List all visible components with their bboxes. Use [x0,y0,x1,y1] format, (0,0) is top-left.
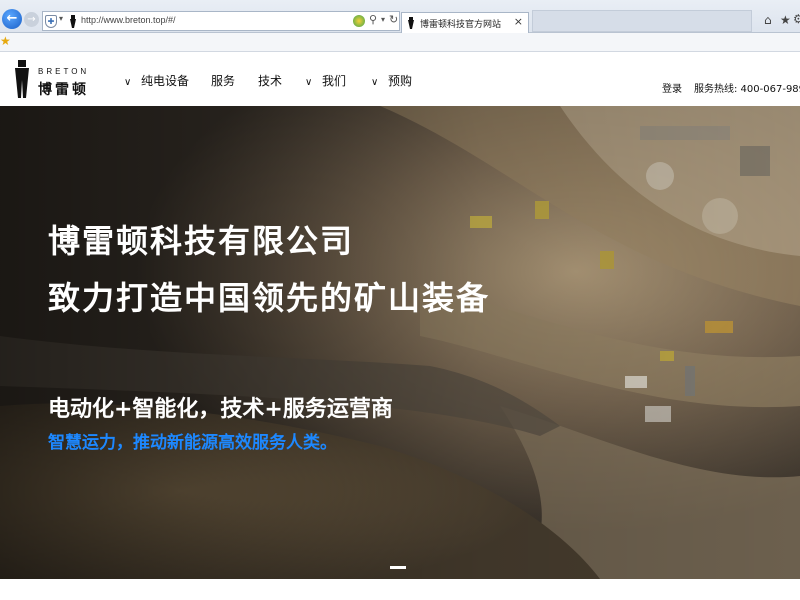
chevron-down-icon: ∨ [124,77,132,88]
browser-tab-strip[interactable] [532,10,752,32]
back-arrow-icon: ← [6,11,18,26]
security-shield-icon[interactable]: ✚ [45,15,57,28]
chevron-down-icon: ∨ [305,77,313,88]
nav-item-service[interactable]: 服务 [211,72,235,88]
nav-item-label: 技术 [258,74,283,88]
tab-title: 博雷顿科技官方网站 [420,19,502,29]
logo-text-cn: 博雷顿 [38,82,89,98]
nav-item-preorder[interactable]: ∨ 预购 [371,72,412,88]
star-icon[interactable]: ★ [780,13,791,27]
home-icon[interactable]: ⌂ [764,13,772,27]
nav-item-label: 服务 [211,74,236,88]
carousel-indicator[interactable] [390,566,406,569]
browser-tab-active[interactable]: 博雷顿科技官方网站 × [401,12,529,33]
site-favicon-icon [70,15,76,28]
add-favorite-icon[interactable]: ★ [0,34,11,48]
chevron-down-icon: ∨ [371,77,379,88]
hero-banner: 博雷顿科技有限公司 致力打造中国领先的矿山装备 电动化+智能化，技术+服务运营商… [0,106,800,579]
back-button[interactable]: ← [2,9,22,29]
forward-button[interactable]: → [24,12,39,27]
gear-icon[interactable]: ⚙ [793,12,800,26]
search-icon[interactable]: ⚲ [369,13,377,26]
favorites-bar: ★ [0,33,800,52]
hero-tagline: 智慧运力，推动新能源高效服务人类。 [48,433,337,453]
site-header: BRETON 博雷顿 ∨ 纯电设备 服务 技术 ∨ 我们 ∨ 预购 登录 服务热线: … [0,52,800,106]
nav-item-label: 纯电设备 [141,74,190,88]
refresh-icon[interactable]: ↻ [389,13,398,26]
site-logo[interactable]: BRETON 博雷顿 [14,58,94,100]
chevron-down-icon[interactable]: ▾ [59,14,63,23]
page-bottom-strip [0,579,800,600]
chevron-down-icon[interactable]: ▾ [381,15,385,24]
site-favicon-icon [408,17,414,29]
hero-title-line-2: 致力打造中国领先的矿山装备 [48,279,491,317]
nav-item-about[interactable]: ∨ 我们 [305,72,346,88]
nav-item-products[interactable]: ∨ 纯电设备 [124,72,189,88]
nav-item-label: 预购 [388,74,413,88]
service-hotline: 服务热线: 400-067-9898 [694,84,800,95]
nav-item-technology[interactable]: 技术 [258,72,282,88]
login-link[interactable]: 登录 [662,80,682,95]
address-bar[interactable]: ✚ ▾ http://www.breton.top/#/ ⚲ ▾ ↻ [42,11,400,31]
forward-arrow-icon: → [27,14,36,25]
close-icon[interactable]: × [514,15,523,28]
compatibility-icon[interactable] [353,15,365,27]
logo-mark-icon [15,60,29,98]
hero-subtitle: 电动化+智能化，技术+服务运营商 [48,397,393,422]
browser-toolbar: ← → ✚ ▾ http://www.breton.top/#/ ⚲ ▾ ↻ 博… [0,0,800,33]
logo-text-en: BRETON [38,67,90,76]
mine-site-aerial-image [0,106,800,579]
nav-item-label: 我们 [322,74,347,88]
url-text[interactable]: http://www.breton.top/#/ [81,15,176,25]
hero-title-line-1: 博雷顿科技有限公司 [48,222,355,260]
